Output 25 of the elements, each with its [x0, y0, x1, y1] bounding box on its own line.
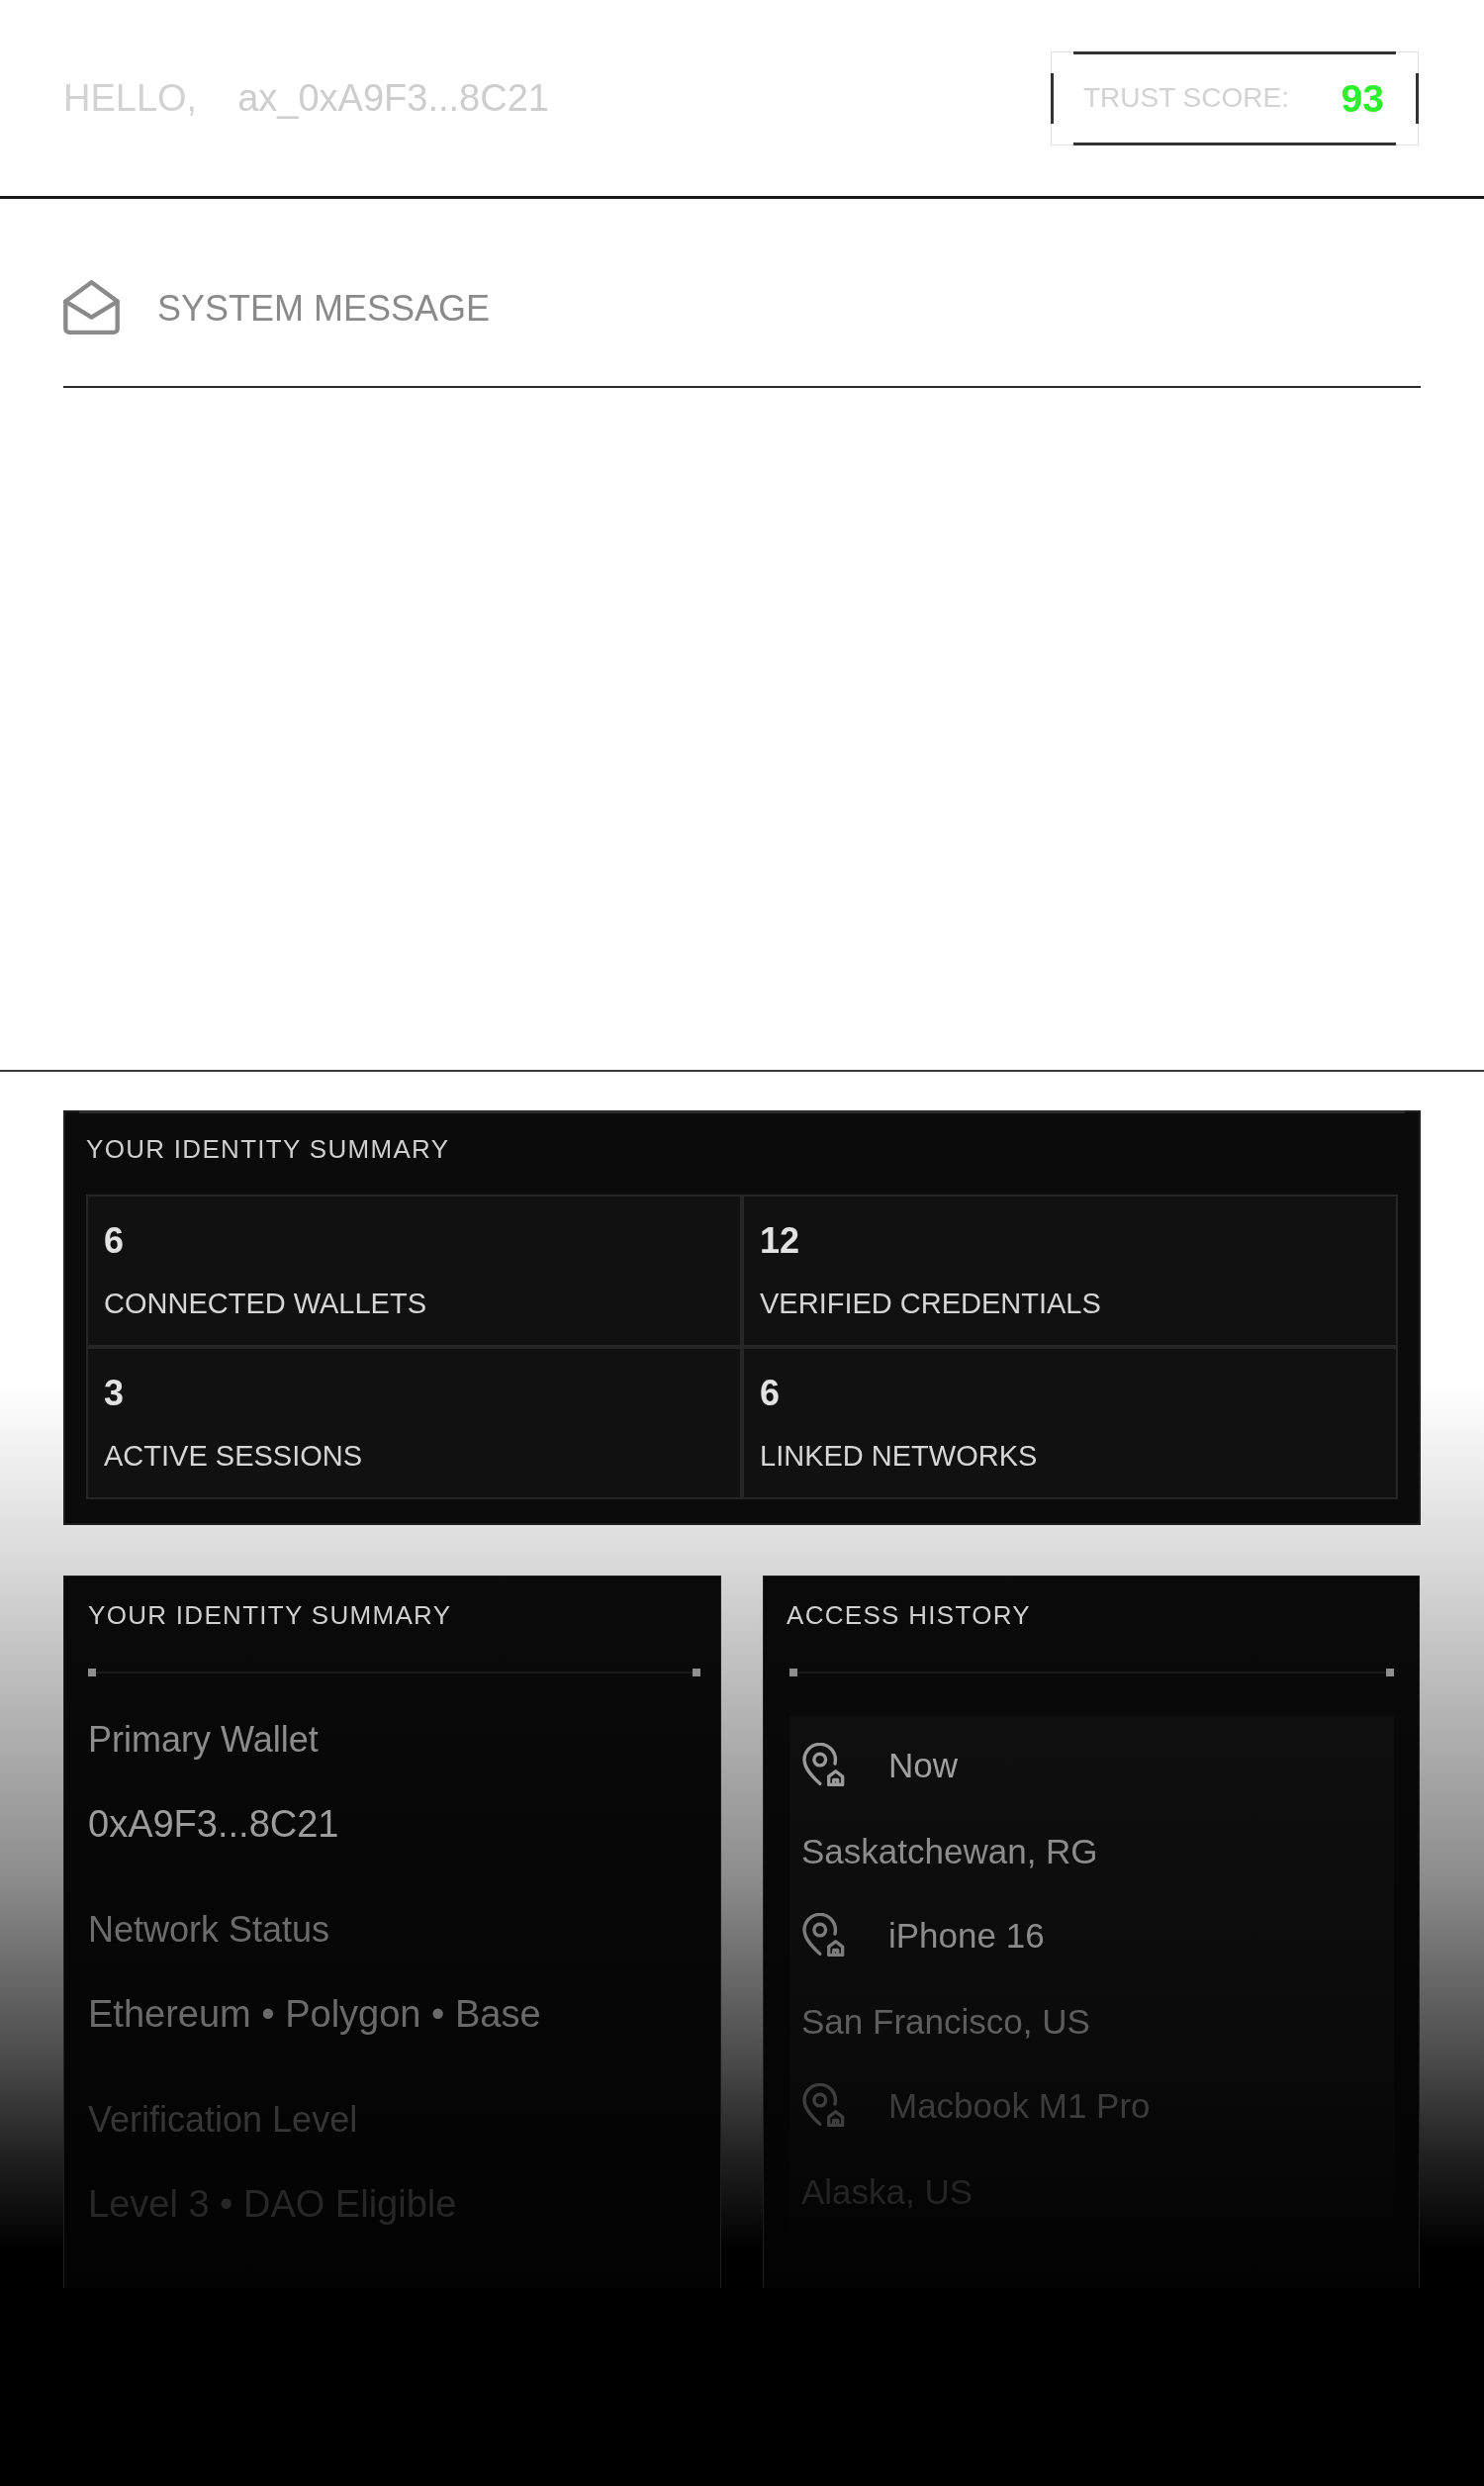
location-pin-house-icon: [802, 1743, 846, 1786]
field-label: Network Status: [88, 1912, 330, 1948]
stat-label: CONNECTED WALLETS: [104, 1290, 427, 1318]
field-label: Primary Wallet: [88, 1722, 319, 1758]
card-title: YOUR IDENTITY SUMMARY: [86, 1136, 450, 1162]
envelope-icon: [63, 280, 120, 336]
card-title: YOUR IDENTITY SUMMARY: [88, 1602, 452, 1628]
stat-value: 6: [104, 1223, 125, 1259]
system-message-title: SYSTEM MESSAGE: [157, 290, 491, 327]
location-pin-house-icon: [802, 1913, 846, 1957]
stat-label: ACTIVE SESSIONS: [104, 1442, 363, 1471]
trust-score-value: 93: [1341, 78, 1384, 118]
card-title: ACCESS HISTORY: [787, 1602, 1031, 1628]
access-entry-location: Saskatchewan, RG: [801, 1834, 1098, 1868]
stat-label: VERIFIED CREDENTIALS: [760, 1290, 1101, 1318]
stat-value: 6: [760, 1376, 781, 1411]
field-value: 0xA9F3...8C21: [88, 1805, 339, 1843]
access-entry-location: San Francisco, US: [801, 2004, 1090, 2039]
location-pin-house-icon: [802, 2083, 846, 2127]
access-entry-title: iPhone 16: [888, 1917, 1045, 1953]
field-value: Ethereum • Polygon • Base: [88, 1995, 541, 2033]
access-entry-title: Now: [888, 1747, 959, 1782]
stat-value: 3: [104, 1376, 125, 1411]
stat-value: 12: [760, 1223, 800, 1259]
stat-label: LINKED NETWORKS: [760, 1442, 1038, 1471]
